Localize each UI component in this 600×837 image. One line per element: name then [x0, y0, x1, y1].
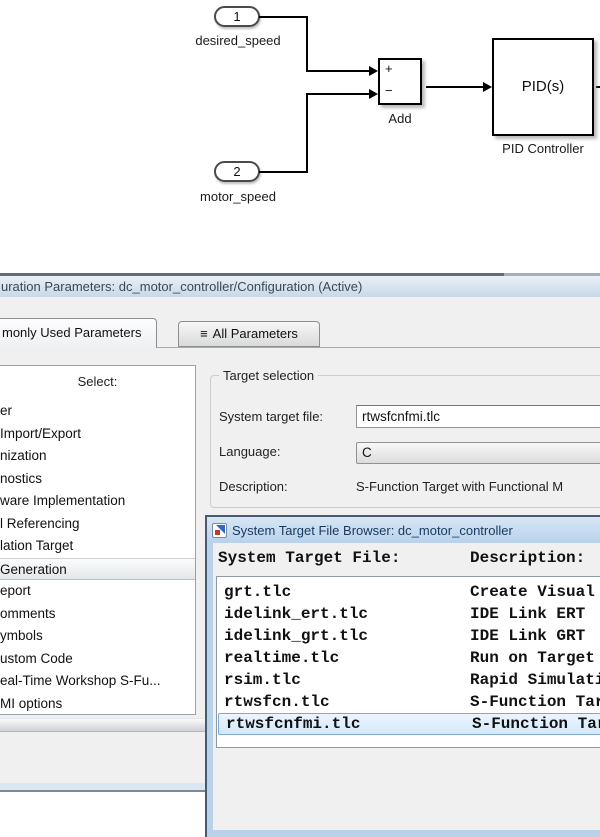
description-value: S-Function Target with Functional M — [356, 479, 563, 494]
file-description: S-Function Tar — [470, 691, 600, 713]
inport-2[interactable]: 2 — [214, 161, 260, 182]
pid-block-label: PID Controller — [502, 141, 584, 156]
browser-title: System Target File Browser: dc_motor_con… — [232, 523, 513, 538]
list-item-realtime[interactable]: realtime.tlc Run on Target — [217, 647, 600, 669]
file-name: rtwsfcn.tlc — [224, 691, 330, 713]
list-item-idelink-grt[interactable]: idelink_grt.tlc IDE Link GRT — [217, 625, 600, 647]
tree-item-model-referencing[interactable]: l Referencing — [0, 513, 195, 536]
list-icon: ≡ — [200, 326, 208, 341]
file-name: idelink_ert.tlc — [224, 603, 368, 625]
file-description: IDE Link GRT — [470, 625, 585, 647]
system-target-file-label: System target file: — [219, 409, 323, 424]
simulink-icon — [212, 523, 227, 538]
tree-item-data-import-export[interactable]: Import/Export — [0, 423, 195, 446]
tree-item-optimization[interactable]: nization — [0, 445, 195, 468]
wire-inport1 — [259, 16, 308, 18]
file-description: Run on Target — [470, 647, 595, 669]
tab-all-label: All Parameters — [213, 326, 298, 341]
target-selection-group: Target selection System target file: rtw… — [210, 375, 600, 508]
wire-pid-out — [596, 86, 600, 88]
list-item-rsim[interactable]: rsim.tlc Rapid Simulati — [217, 669, 600, 691]
wire-add-to-pid — [426, 86, 483, 88]
language-label: Language: — [219, 444, 280, 459]
arrowhead-pid-in — [483, 82, 492, 92]
file-description: IDE Link ERT — [470, 603, 585, 625]
target-file-list: grt.tlc Create Visual idelink_ert.tlc ID… — [216, 576, 600, 748]
tab-commonly-used-parameters[interactable]: monly Used Parameters — [0, 318, 157, 348]
tree-item-comments[interactable]: omments — [0, 603, 195, 626]
tree-item-symbols[interactable]: ymbols — [0, 625, 195, 648]
list-item-rtwsfcn[interactable]: rtwsfcn.tlc S-Function Tar — [217, 691, 600, 713]
list-item-rtwsfcnfmi-selected[interactable]: rtwsfcnfmi.tlc S-Function Tar — [218, 713, 600, 735]
category-tree-panel: Select: er Import/Export nization nostic… — [0, 365, 196, 715]
add-block-label: Add — [388, 111, 411, 126]
language-dropdown[interactable]: C — [356, 442, 600, 464]
file-description: S-Function Tar — [472, 714, 600, 734]
add-block[interactable]: + − — [378, 58, 422, 105]
tab-active-label: monly Used Parameters — [2, 325, 141, 340]
tree-item-report[interactable]: eport — [0, 580, 195, 603]
wire-inport2 — [259, 171, 308, 173]
tree-item-diagnostics[interactable]: nostics — [0, 468, 195, 491]
tree-item-fmi-options[interactable]: MI options — [0, 693, 195, 716]
file-name: rsim.tlc — [224, 669, 301, 691]
add-minus-sign: − — [385, 83, 393, 98]
inport-1-number: 1 — [233, 9, 240, 24]
arrowhead-add-plus — [369, 66, 378, 76]
tree-item-solver[interactable]: er — [0, 400, 195, 423]
file-description: Rapid Simulati — [470, 669, 600, 691]
file-name: rtwsfcnfmi.tlc — [226, 714, 360, 734]
pid-block-text: PID(s) — [522, 78, 565, 95]
file-name: grt.tlc — [224, 581, 291, 603]
browser-titlebar[interactable]: System Target File Browser: dc_motor_con… — [207, 517, 600, 543]
file-description: Create Visual — [470, 581, 595, 603]
arrowhead-add-minus — [369, 89, 378, 99]
wire-inport1-down — [306, 16, 308, 72]
tree-item-code-generation[interactable]: Generation — [0, 558, 195, 581]
group-label: Target selection — [219, 368, 318, 383]
screen: 1 desired_speed 2 motor_speed + − Add PI… — [0, 0, 600, 837]
tab-all-parameters[interactable]: ≡ All Parameters — [178, 321, 320, 347]
description-label: Description: — [219, 479, 288, 494]
system-target-file-browser-dialog: System Target File Browser: dc_motor_con… — [205, 515, 600, 837]
column-header-file: System Target File: — [218, 549, 400, 567]
inport-2-label: motor_speed — [200, 189, 276, 204]
inport-1-label: desired_speed — [195, 33, 280, 48]
wire-to-add-minus — [306, 93, 369, 95]
tree-item-simulation-target[interactable]: lation Target — [0, 535, 195, 558]
system-target-file-input[interactable]: rtwsfcnfmi.tlc — [356, 405, 600, 428]
dialog-titlebar[interactable]: uration Parameters: dc_motor_controller/… — [0, 276, 600, 297]
list-item-grt[interactable]: grt.tlc Create Visual — [217, 581, 600, 603]
file-name: realtime.tlc — [224, 647, 339, 669]
column-header-description: Description: — [470, 549, 585, 567]
tree-item-custom-code[interactable]: ustom Code — [0, 648, 195, 671]
inport-1[interactable]: 1 — [214, 6, 260, 27]
file-name: idelink_grt.tlc — [224, 625, 368, 647]
tree-item-rtw-sfunction[interactable]: eal-Time Workshop S-Fu... — [0, 670, 195, 693]
browser-content: System Target File: Description: grt.tlc… — [213, 543, 600, 830]
pid-controller-block[interactable]: PID(s) — [492, 38, 594, 136]
inport-2-number: 2 — [233, 164, 240, 179]
tree-header: Select: — [0, 366, 195, 400]
wire-to-add-plus — [306, 70, 369, 72]
list-item-idelink-ert[interactable]: idelink_ert.tlc IDE Link ERT — [217, 603, 600, 625]
tree-item-hardware-implementation[interactable]: ware Implementation — [0, 490, 195, 513]
add-plus-sign: + — [385, 61, 393, 76]
wire-inport2-up — [306, 95, 308, 173]
